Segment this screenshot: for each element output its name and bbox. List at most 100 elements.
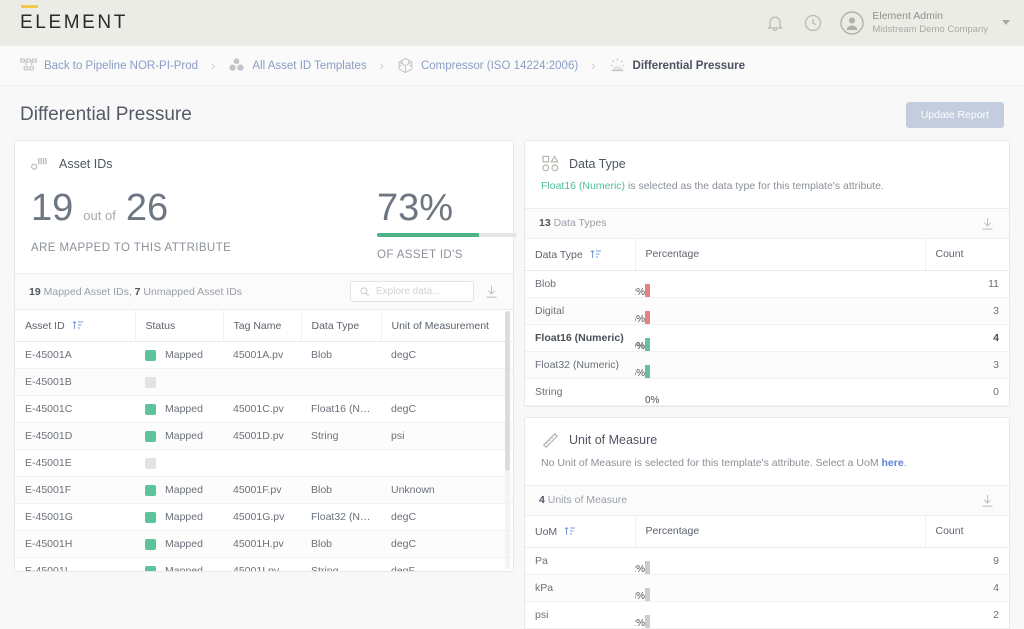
top-bar: ELEMENT Element Admin Midstream Demo Com… [0,0,1024,46]
status-badge [145,565,156,571]
column-label: Unit of Measurement [391,319,489,332]
table-row[interactable]: E-45001C Mapped 45001C.pv Float16 (Nu... deg… [15,395,513,423]
status-label: Mapped [165,430,203,442]
asset-table: Asset ID Status Tag Name Data Type Unit … [15,309,513,571]
breadcrumb-label: Back to Pipeline NOR-PI-Prod [44,59,199,72]
chevron-down-icon[interactable] [1002,20,1010,26]
breadcrumb-item-pipeline[interactable]: Back to Pipeline NOR-PI-Prod [20,57,198,74]
uom-count-text: Units of Measure [544,494,628,506]
cell-tag-name: 45001I.pv [223,557,301,571]
table-row[interactable]: Float16 (Numeric)15.0% 4 [525,324,1009,352]
table-row[interactable]: psi16.2% 2 [525,601,1009,629]
status-badge [145,457,156,469]
asset-table-body: E-45001A Mapped 45001A.pv Blob degC E-45001B E… [15,341,513,571]
user-info: Element Admin Midstream Demo Company [872,10,988,36]
download-icon[interactable] [980,493,995,508]
barcode-icon [31,154,50,173]
cell-status [135,449,223,477]
column-header-uom[interactable]: Unit of Measurement [381,309,513,342]
breadcrumb-item-current: Differential Pressure [609,57,745,74]
cell-uom: degC [381,341,513,369]
table-row[interactable]: Digital12.5% 3 [525,297,1009,325]
table-row[interactable]: E-45001I Mapped 45001I.pv String degF [15,557,513,571]
cell-count: 11 [925,270,1009,298]
search-input[interactable] [376,286,465,297]
table-row[interactable]: Float32 (Numeric)13.5% 3 [525,351,1009,379]
cell-asset-id: E-45001G [15,503,135,531]
cell-tag-name: 45001D.pv [223,422,301,450]
asset-table-scroll-area[interactable]: Asset ID Status Tag Name Data Type Unit … [15,309,513,571]
unmapped-text: Unmapped Asset IDs [140,285,243,298]
data-type-count-num: 13 [539,217,551,230]
column-header-asset-id[interactable]: Asset ID [15,309,136,342]
table-row[interactable]: E-45001H Mapped 45001H.pv Blob degC [15,530,513,558]
column-header-status[interactable]: Status [135,309,224,342]
cell-uom [381,449,513,477]
table-row[interactable]: Pa45.2% 9 [525,547,1009,575]
select-uom-link[interactable]: here [882,457,904,469]
cell-label: Pa [525,547,635,575]
cell-percentage: 16.2% [635,601,925,629]
download-icon[interactable] [484,284,499,299]
cell-tag-name: 45001F.pv [223,476,301,504]
data-type-note: Float16 (Numeric) is selected as the dat… [525,177,1009,208]
table-row[interactable]: E-45001F Mapped 45001F.pv Blob Unknown [15,476,513,504]
column-header-count[interactable]: Count [925,514,1009,548]
mapped-num: 19 [29,285,41,298]
status-label: Mapped [165,538,203,550]
column-header-uom[interactable]: UoM [525,514,636,548]
percent-progress-bar [377,233,517,237]
clock-icon[interactable] [802,12,824,34]
data-type-title: Data Type [569,156,626,171]
cell-data-type: String [301,422,381,450]
breadcrumb-item-templates[interactable]: All Asset ID Templates [228,57,367,74]
percent-value: 73% [377,187,454,229]
cell-count: 4 [925,324,1009,352]
cell-percentage: 45.2% [635,547,925,575]
table-row[interactable]: String 0% 0 [525,378,1009,406]
uom-table: UoM Percentage Count Pa45.2%9kPa29.3%4ps… [525,514,1009,629]
scrollbar-thumb[interactable] [505,311,510,471]
column-label: Status [145,319,176,332]
column-header-data-type[interactable]: Data Type [525,237,636,271]
table-row[interactable]: kPa29.3% 4 [525,574,1009,602]
column-header-percentage[interactable]: Percentage [635,514,926,548]
percentage-bar: 0% [645,394,660,406]
uom-note-text: No Unit of Measure is selected for this … [541,456,882,469]
status-label: Mapped [165,565,203,571]
user-menu[interactable]: Element Admin Midstream Demo Company [840,10,1010,36]
element-logo[interactable]: ELEMENT [20,5,128,34]
cell-uom: Unknown [381,476,513,504]
status-label: Mapped [165,349,203,361]
table-row[interactable]: E-45001D Mapped 45001D.pv String psi [15,422,513,450]
app-root: ELEMENT Element Admin Midstream Demo Com… [0,0,1024,629]
cell-tag-name: 45001A.pv [223,341,301,369]
column-header-dtype[interactable]: Data Type [301,309,382,342]
table-row[interactable]: E-45001A Mapped 45001A.pv Blob degC [15,341,513,369]
column-header-percentage[interactable]: Percentage [635,237,926,271]
table-row[interactable]: E-45001G Mapped 45001G.pv Float32 (Nu... deg… [15,503,513,531]
cell-label: Digital [525,297,635,325]
column-header-count[interactable]: Count [925,237,1009,271]
uom-note-end: . [903,456,907,469]
bell-icon[interactable] [764,12,786,34]
templates-icon [228,57,245,74]
cell-asset-id: E-45001B [15,368,135,396]
percentage-bar: 15.0% [635,337,650,351]
column-label: Percentage [645,248,700,261]
table-row[interactable]: E-45001E [15,449,513,477]
out-of-label: out of [83,208,116,223]
cell-tag-name: 45001C.pv [223,395,301,423]
download-icon[interactable] [980,216,995,231]
breadcrumb-separator: › [379,58,384,73]
cell-tag-name: 45001H.pv [223,530,301,558]
table-row[interactable]: E-45001B [15,368,513,396]
page-header: Differential Pressure Update Report [0,86,1024,140]
column-header-tag[interactable]: Tag Name [223,309,302,342]
table-row[interactable]: Blob61.2% 11 [525,270,1009,298]
search-box[interactable] [350,281,474,302]
data-type-header: Data Type [525,141,1009,177]
status-label: Mapped [165,511,203,523]
breadcrumb-item-compressor[interactable]: Compressor (ISO 14224:2006) [397,57,578,74]
update-report-button[interactable]: Update Report [905,102,1004,128]
